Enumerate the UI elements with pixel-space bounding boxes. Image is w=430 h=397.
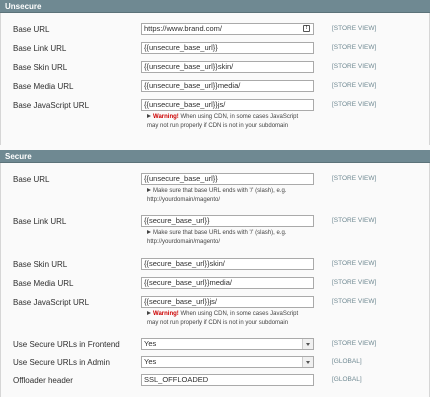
use-secure-frontend-label: Use Secure URLs in Frontend: [13, 340, 120, 349]
unsecure-base-js-url-label: Base JavaScript URL: [13, 101, 90, 110]
scope-label: [STORE VIEW]: [332, 298, 377, 305]
scope-label: [STORE VIEW]: [332, 175, 377, 182]
cdn-warning-note: Warning! When using CDN, in some cases J…: [147, 114, 299, 129]
unsecure-base-url-label: Base URL: [13, 25, 50, 34]
unsecure-section-header[interactable]: Unsecure: [0, 0, 430, 13]
unsecure-base-media-url-input[interactable]: {{unsecure_base_url}}media/: [141, 80, 314, 92]
secure-base-url-input[interactable]: {{unsecure_base_url}}: [141, 173, 314, 185]
use-secure-admin-label: Use Secure URLs in Admin: [13, 358, 110, 367]
scope-label: [GLOBAL]: [332, 358, 362, 365]
secure-base-media-url-label: Base Media URL: [13, 279, 74, 288]
scope-label: [STORE VIEW]: [332, 25, 377, 32]
scope-label: [STORE VIEW]: [332, 279, 377, 286]
secure-section-body: Base URL {{unsecure_base_url}} [STORE VI…: [0, 163, 430, 397]
secure-base-url-label: Base URL: [13, 175, 50, 184]
chevron-down-icon[interactable]: [302, 357, 313, 367]
scope-label: [STORE VIEW]: [332, 44, 377, 51]
slash-note: Make sure that base URL ends with '/' (s…: [147, 188, 287, 203]
secure-section-title: Secure: [5, 152, 32, 161]
secure-base-link-url-label: Base Link URL: [13, 217, 67, 226]
secure-base-link-url-input[interactable]: {{secure_base_url}}: [141, 215, 314, 227]
unsecure-base-link-url-label: Base Link URL: [13, 44, 67, 53]
slash-note: Make sure that base URL ends with '/' (s…: [147, 230, 287, 245]
chevron-down-icon[interactable]: [302, 339, 313, 349]
scope-label: [STORE VIEW]: [332, 260, 377, 267]
secure-base-media-url-input[interactable]: {{secure_base_url}}media/: [141, 277, 314, 289]
unsecure-section-body: Base URL https://www.brand.com/ ! [STORE…: [0, 13, 430, 145]
triangle-bullet-icon: [147, 311, 151, 316]
secure-section-header[interactable]: Secure: [0, 150, 430, 163]
offloader-header-label: Offloader header: [13, 376, 73, 385]
secure-base-js-url-label: Base JavaScript URL: [13, 298, 90, 307]
unsecure-base-url-input[interactable]: https://www.brand.com/ !: [141, 23, 314, 35]
scope-label: [STORE VIEW]: [332, 82, 377, 89]
unsecure-base-js-url-input[interactable]: {{unsecure_base_url}}js/: [141, 99, 314, 111]
cdn-warning-note: Warning! When using CDN, in some cases J…: [147, 311, 299, 326]
use-secure-admin-select[interactable]: Yes: [141, 356, 314, 368]
scope-label: [GLOBAL]: [332, 376, 362, 383]
scope-label: [STORE VIEW]: [332, 217, 377, 224]
offloader-header-input[interactable]: SSL_OFFLOADED: [141, 374, 314, 386]
unsecure-base-skin-url-label: Base Skin URL: [13, 63, 68, 72]
unsecure-base-media-url-label: Base Media URL: [13, 82, 74, 91]
unsecure-base-link-url-input[interactable]: {{unsecure_base_url}}: [141, 42, 314, 54]
unsecure-section-title: Unsecure: [5, 2, 42, 11]
key-icon[interactable]: !: [303, 25, 310, 32]
triangle-bullet-icon: [147, 188, 151, 193]
triangle-bullet-icon: [147, 230, 151, 235]
unsecure-base-skin-url-input[interactable]: {{unsecure_base_url}}skin/: [141, 61, 314, 73]
secure-base-skin-url-input[interactable]: {{secure_base_url}}skin/: [141, 258, 314, 270]
secure-base-skin-url-label: Base Skin URL: [13, 260, 68, 269]
scope-label: [STORE VIEW]: [332, 340, 377, 347]
scope-label: [STORE VIEW]: [332, 63, 377, 70]
triangle-bullet-icon: [147, 114, 151, 119]
secure-base-js-url-input[interactable]: {{secure_base_url}}js/: [141, 296, 314, 308]
scope-label: [STORE VIEW]: [332, 101, 377, 108]
use-secure-frontend-select[interactable]: Yes: [141, 338, 314, 350]
